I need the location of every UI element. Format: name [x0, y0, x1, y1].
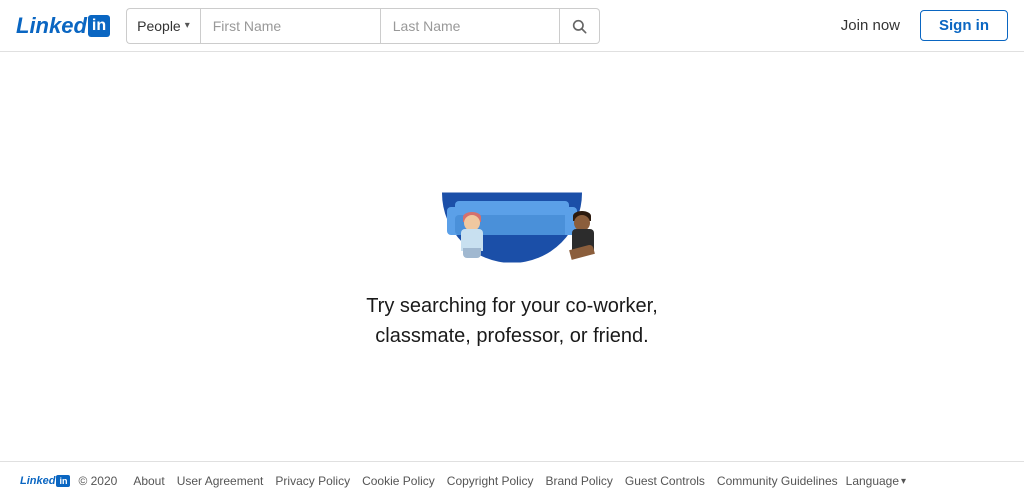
footer-link-brand-policy[interactable]: Brand Policy: [546, 474, 613, 488]
category-label: People: [137, 18, 181, 34]
search-button[interactable]: [560, 8, 600, 44]
prompt-line2: classmate, professor, or friend.: [375, 325, 648, 347]
language-label: Language: [846, 474, 899, 488]
search-form: People ▾: [126, 8, 706, 44]
header: Linkedin People ▾ Join now Sign in: [0, 0, 1024, 52]
linkedin-logo[interactable]: Linkedin: [16, 13, 110, 39]
search-icon: [571, 18, 587, 34]
footer-link-about[interactable]: About: [133, 474, 164, 488]
footer-copyright: © 2020: [78, 474, 117, 488]
footer-logo-text: Linked: [20, 475, 55, 487]
footer-link-copyright-policy[interactable]: Copyright Policy: [447, 474, 534, 488]
prompt-line1: Try searching for your co-worker,: [366, 295, 658, 317]
search-category-dropdown[interactable]: People ▾: [126, 8, 200, 44]
last-name-input[interactable]: [380, 8, 560, 44]
chevron-down-icon: ▾: [185, 20, 190, 31]
sign-in-button[interactable]: Sign in: [920, 10, 1008, 41]
footer-language[interactable]: Language ▾: [846, 474, 906, 488]
search-prompt: Try searching for your co-worker, classm…: [366, 291, 658, 351]
footer: Linkedin © 2020 About User Agreement Pri…: [0, 461, 1024, 500]
logo-in: in: [88, 15, 110, 37]
main-content: Try searching for your co-worker, classm…: [0, 52, 1024, 461]
first-name-input[interactable]: [200, 8, 380, 44]
footer-link-privacy-policy[interactable]: Privacy Policy: [275, 474, 350, 488]
footer-link-cookie-policy[interactable]: Cookie Policy: [362, 474, 435, 488]
footer-logo: Linkedin: [20, 475, 70, 487]
illustration: [432, 143, 592, 263]
logo-text: Linked: [16, 13, 87, 39]
footer-link-user-agreement[interactable]: User Agreement: [177, 474, 264, 488]
header-right: Join now Sign in: [829, 10, 1008, 41]
person1-legs: [463, 248, 481, 258]
footer-link-community-guidelines[interactable]: Community Guidelines: [717, 474, 838, 488]
footer-link-guest-controls[interactable]: Guest Controls: [625, 474, 705, 488]
language-chevron-icon: ▾: [901, 476, 906, 487]
join-now-button[interactable]: Join now: [829, 11, 912, 40]
footer-logo-in: in: [56, 475, 70, 487]
